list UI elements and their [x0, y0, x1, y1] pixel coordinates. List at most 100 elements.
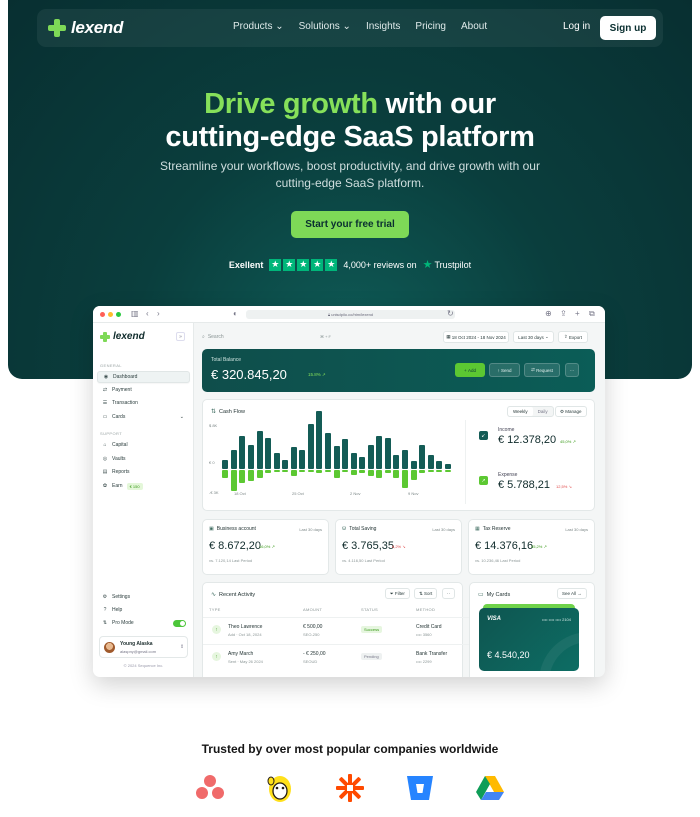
period-select[interactable]: Last 30 days ⌄ [513, 331, 554, 343]
row-date: Sent · May 26 2024 [228, 659, 263, 664]
table-row[interactable]: ↑ Amy March Sent · May 26 2024 - € 250,0… [203, 644, 471, 670]
user-profile[interactable]: Young Alaska alaspny@gmail.com ⇕ [99, 636, 188, 658]
close-dot[interactable] [100, 312, 105, 317]
headline-line-2: cutting-edge SaaS platform [165, 121, 535, 153]
nav-products[interactable]: Products ⌄ [233, 21, 284, 32]
sidebar-item-earn[interactable]: ✿ Earn € 150 [97, 480, 190, 492]
asana-icon [196, 775, 224, 799]
gear-icon: ⚙ [102, 594, 108, 600]
arrow-right-icon: → [576, 591, 582, 596]
star-icon: ★ [297, 258, 310, 271]
nav-solutions[interactable]: Solutions ⌄ [299, 21, 351, 32]
x-tick-label: 25 Oct [292, 491, 304, 496]
trusted-heading: Trusted by over most popular companies w… [201, 742, 499, 756]
sidebar-item-transaction[interactable]: ☰ Transaction [97, 397, 190, 409]
card-icon: ▭ [102, 414, 108, 420]
date-range-picker[interactable]: ▦ 18 Oct 2024 - 18 Nov 2024 [443, 331, 509, 343]
sidebar-item-pro-mode[interactable]: ⇅ Pro Mode [97, 617, 190, 629]
table-row[interactable]: ↑ Theo Lawrence Add · Oct 18, 2024 € 500… [203, 617, 471, 643]
signup-button[interactable]: Sign up [600, 16, 656, 40]
income-bar [290, 446, 297, 469]
download-icon[interactable]: ⊕ [545, 309, 552, 318]
sidebar-item-label: Dashboard [113, 374, 138, 380]
sidebar-item-dashboard[interactable]: ◉ Dashboard [97, 371, 190, 383]
income-bar [239, 436, 246, 469]
nav-pricing[interactable]: Pricing [415, 21, 446, 32]
maximize-dot[interactable] [116, 312, 121, 317]
trustpilot-rating[interactable]: Exellent ★ ★ ★ ★ ★ 4,000+ reviews on ★ Trust… [8, 258, 692, 271]
forward-icon[interactable]: › [157, 309, 160, 318]
filter-button[interactable]: ⏷ Filter [385, 588, 410, 599]
report-icon: ▤ [102, 469, 108, 475]
income-bar [384, 438, 391, 469]
section-general: GENERAL [100, 363, 122, 368]
sidebar-item-vaults[interactable]: ◎ Vaults [97, 453, 190, 465]
start-trial-button[interactable]: Start your free trial [291, 211, 409, 238]
top-navbar: lexend Products ⌄ Solutions ⌄ Insights P… [37, 9, 663, 47]
daily-tab[interactable]: Daily [533, 407, 553, 416]
export-button[interactable]: ⇪ Export [558, 331, 588, 343]
business-account-card[interactable]: ▣ Business account Last 30 days € 8.672,2… [202, 519, 329, 575]
zapier-icon [336, 774, 364, 802]
user-email: alaspny@gmail.com [120, 649, 157, 654]
mailchimp-icon [267, 776, 291, 802]
add-button[interactable]: + Add [455, 363, 485, 377]
stat-amount: € 3.765,35 [342, 540, 394, 552]
y-tick-label: -€ 3K [209, 490, 219, 495]
sidebar-item-reports[interactable]: ▤ Reports [97, 466, 190, 478]
minimize-dot[interactable] [108, 312, 113, 317]
income-label: Income [498, 427, 515, 433]
rating-word: Exellent [228, 259, 264, 270]
manage-button[interactable]: ⚙ Manage [555, 406, 587, 417]
row-reference: SEOUD [303, 659, 318, 664]
collapse-icon[interactable]: » [176, 332, 185, 341]
activity-icon: ∿ [211, 592, 217, 598]
reload-icon[interactable]: ↻ [447, 309, 454, 318]
see-all-button[interactable]: See All → [557, 588, 587, 599]
row-date: Add · Oct 18, 2024 [228, 632, 262, 637]
sidebar-toggle-icon[interactable]: ▥ [131, 309, 139, 318]
new-tab-icon[interactable]: + [575, 309, 580, 318]
sidebar-item-cards[interactable]: ▭ Cards ⌄ [97, 411, 190, 423]
row-method: Bank Transfer [416, 651, 448, 657]
stat-comparison: vs. 10.236,46 Last Period [475, 558, 521, 563]
login-link[interactable]: Log in [563, 21, 590, 32]
search-input[interactable]: ⌕ Search [202, 331, 310, 342]
income-amount: € 12.378,20 [498, 434, 557, 446]
pro-mode-toggle[interactable] [173, 619, 186, 627]
address-bar[interactable]: 🔒︎ unisdpilo.co/htm/lexend [246, 310, 455, 319]
more-icon[interactable]: ·· [442, 588, 455, 599]
tax-reserve-card[interactable]: ▦ Tax Reserve Last 30 days € 14.376,16 35… [468, 519, 595, 575]
request-button[interactable]: ⇄ Request [524, 363, 560, 377]
expense-bar [273, 469, 280, 472]
sidebar-item-payment[interactable]: ⇄ Payment [97, 384, 190, 396]
stat-period: Last 30 days [565, 527, 588, 532]
visa-card[interactable]: VISA •••• •••• •••• 2104 € 4.540,20 [479, 608, 579, 671]
sidebar-item-settings[interactable]: ⚙ Settings [97, 591, 190, 603]
stat-title: ▣ Business account [209, 526, 256, 532]
sidebar-item-label: Capital [112, 442, 128, 448]
sidebar-item-help[interactable]: ? Help [97, 604, 190, 616]
sidebar-item-label: Transaction [112, 400, 138, 406]
incoming-icon: ↑ [212, 625, 221, 634]
send-button[interactable]: ↑ Send [489, 363, 520, 377]
sidebar-logo[interactable]: lexend [100, 331, 145, 342]
nav-insights[interactable]: Insights [366, 21, 400, 32]
expense-bar [376, 469, 383, 479]
expense-bar [444, 469, 451, 472]
brand-logo[interactable]: lexend [48, 18, 123, 38]
recent-activity-title: ∿ Recent Activity [211, 591, 256, 599]
income-expense-summary: ↙ Income € 12.378,20 45,0% ↗ ↗ Expense €… [465, 420, 589, 504]
back-icon[interactable]: ‹ [146, 309, 149, 318]
stat-comparison: vs. 4.116,50 Last Period [342, 558, 385, 563]
tabs-icon[interactable]: ⧉ [589, 309, 595, 319]
cash-flow-icon: ⇅ [211, 409, 217, 415]
total-saving-card[interactable]: ⛁ Total Saving Last 30 days € 3.765,35 8,… [335, 519, 462, 575]
nav-about[interactable]: About [461, 21, 487, 32]
share-icon[interactable]: ⇪ [560, 309, 567, 318]
more-icon[interactable]: ··· [565, 363, 579, 377]
weekly-tab[interactable]: Weekly [508, 407, 533, 416]
sidebar-item-capital[interactable]: ⌂ Capital [97, 439, 190, 451]
recent-activity-title-text: Recent Activity [219, 591, 256, 598]
sort-button[interactable]: ⇅ Sort [414, 588, 438, 599]
